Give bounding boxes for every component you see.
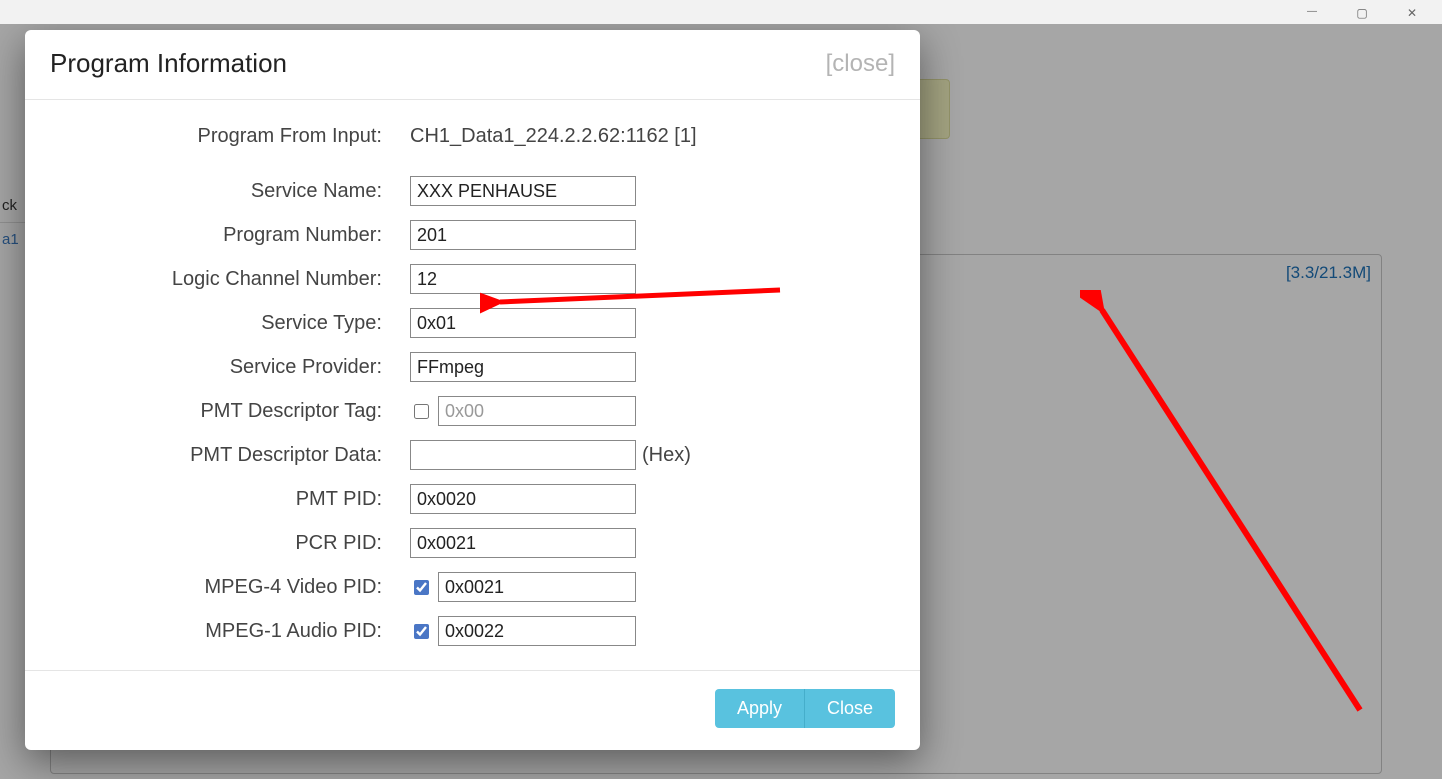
row-program-from-input: Program From Input: CH1_Data1_224.2.2.62… [50, 125, 895, 148]
checkbox-mpeg4-video-pid[interactable] [414, 580, 429, 595]
row-service-name: Service Name: [50, 176, 895, 206]
value-program-from-input: CH1_Data1_224.2.2.62:1162 [1] [410, 125, 895, 148]
modal-body: Program From Input: CH1_Data1_224.2.2.62… [25, 100, 920, 670]
row-mpeg1-audio-pid: MPEG-1 Audio PID: [50, 616, 895, 646]
row-service-provider: Service Provider: [50, 352, 895, 382]
row-pmt-pid: PMT PID: [50, 484, 895, 514]
suffix-hex: (Hex) [642, 444, 691, 467]
label-service-name: Service Name: [50, 180, 410, 203]
input-mpeg4-video-pid[interactable] [438, 572, 636, 602]
row-pmt-desc-data: PMT Descriptor Data: (Hex) [50, 440, 895, 470]
label-lcn: Logic Channel Number: [50, 268, 410, 291]
label-service-provider: Service Provider: [50, 356, 410, 379]
label-pcr-pid: PCR PID: [50, 532, 410, 555]
window-maximize-icon[interactable] [1352, 4, 1372, 20]
row-pcr-pid: PCR PID: [50, 528, 895, 558]
label-mpeg4-video-pid: MPEG-4 Video PID: [50, 576, 410, 599]
input-pmt-desc-data[interactable] [410, 440, 636, 470]
label-pmt-desc-tag: PMT Descriptor Tag: [50, 400, 410, 423]
row-mpeg4-video-pid: MPEG-4 Video PID: [50, 572, 895, 602]
program-info-modal: Program Information [close] Program From… [25, 30, 920, 750]
label-mpeg1-audio-pid: MPEG-1 Audio PID: [50, 620, 410, 643]
checkbox-pmt-desc-tag[interactable] [414, 404, 429, 419]
input-lcn[interactable] [410, 264, 636, 294]
label-service-type: Service Type: [50, 312, 410, 335]
footer-button-group: Apply Close [715, 689, 895, 728]
row-lcn: Logic Channel Number: [50, 264, 895, 294]
input-service-provider[interactable] [410, 352, 636, 382]
input-pmt-pid[interactable] [410, 484, 636, 514]
modal-close-link[interactable]: [close] [826, 50, 895, 78]
row-program-number: Program Number: [50, 220, 895, 250]
close-button[interactable]: Close [804, 689, 895, 728]
modal-title: Program Information [50, 48, 287, 79]
window-titlebar [0, 0, 1442, 24]
apply-button[interactable]: Apply [715, 689, 804, 728]
window-close-icon[interactable] [1402, 4, 1422, 20]
modal-header: Program Information [close] [25, 30, 920, 100]
window-minimize-icon[interactable] [1302, 4, 1322, 20]
row-service-type: Service Type: [50, 308, 895, 338]
checkbox-mpeg1-audio-pid[interactable] [414, 624, 429, 639]
label-pmt-desc-data: PMT Descriptor Data: [50, 444, 410, 467]
input-service-name[interactable] [410, 176, 636, 206]
label-program-number: Program Number: [50, 224, 410, 247]
input-program-number[interactable] [410, 220, 636, 250]
row-pmt-desc-tag: PMT Descriptor Tag: [50, 396, 895, 426]
input-pcr-pid[interactable] [410, 528, 636, 558]
input-service-type[interactable] [410, 308, 636, 338]
label-pmt-pid: PMT PID: [50, 488, 410, 511]
input-pmt-desc-tag[interactable] [438, 396, 636, 426]
label-program-from-input: Program From Input: [50, 125, 410, 148]
modal-footer: Apply Close [25, 670, 920, 750]
input-mpeg1-audio-pid[interactable] [438, 616, 636, 646]
